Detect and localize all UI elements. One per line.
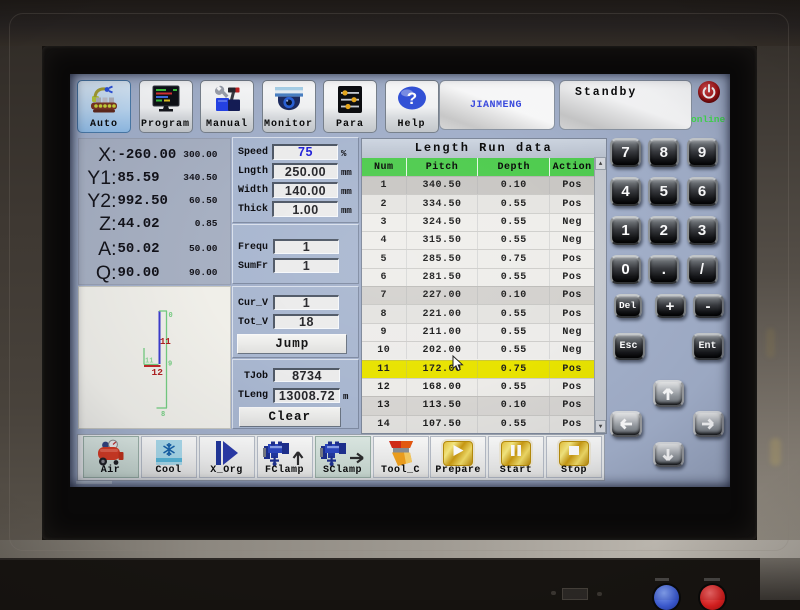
svg-text:0: 0 [168,312,172,320]
svg-text:11: 11 [145,358,153,366]
svg-text:12: 12 [151,367,163,378]
svg-text:?: ? [406,89,416,108]
svg-text:8: 8 [161,411,165,419]
svg-text:9: 9 [168,361,172,369]
svg-text:11: 11 [160,337,171,347]
